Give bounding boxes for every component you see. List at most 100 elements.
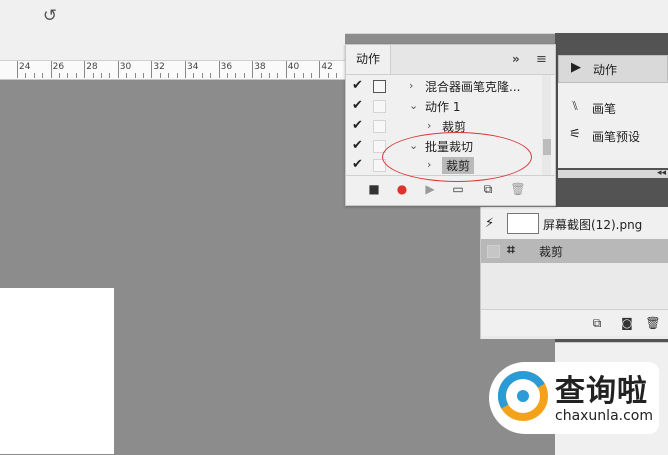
dialog-toggle-box[interactable] <box>373 120 386 133</box>
dialog-toggle-icon[interactable] <box>373 80 386 93</box>
dock-item-label: 画笔 <box>592 102 617 116</box>
ruler-tick-label: 38 <box>254 62 266 72</box>
new-action-icon[interactable]: ⧉ <box>480 181 496 197</box>
ruler-tick-label: 28 <box>86 62 98 72</box>
history-panel: ⚡ 屏幕截图(12).png ⌗ 裁剪 ⧉ ◙ 🗑 <box>480 207 668 339</box>
chevron-down-icon[interactable]: ⌄ <box>409 99 418 112</box>
dock-item-brush-presets[interactable]: ⚟ 画笔预设 <box>558 123 668 149</box>
ruler-tick <box>117 61 119 78</box>
ruler-tick <box>252 61 254 78</box>
dock-item-actions[interactable]: ▶ 动作 <box>558 55 668 83</box>
chevron-double-right-icon[interactable]: » <box>512 52 520 66</box>
ruler-minor-tick <box>210 73 212 78</box>
ruler-minor-tick <box>294 73 296 78</box>
ruler-minor-tick <box>75 73 77 78</box>
dialog-toggle-box[interactable] <box>373 100 386 113</box>
camera-icon[interactable]: ◙ <box>619 315 635 331</box>
snapshot-thumbnail <box>507 213 539 234</box>
chevron-double-left-icon[interactable]: ◂◂ <box>657 168 666 178</box>
ruler-minor-tick <box>176 73 178 78</box>
check-icon[interactable]: ✔ <box>352 118 363 133</box>
action-row[interactable]: ✔ › 混合器画笔克隆... <box>346 77 542 96</box>
snapshot-label: 屏幕截图(12).png <box>543 218 643 232</box>
watermark-title: 查询啦 <box>555 374 648 409</box>
rotate-left-icon[interactable]: ↺ <box>40 6 60 26</box>
ruler-tick-label: 24 <box>19 62 31 72</box>
collapse-strip[interactable] <box>558 170 668 178</box>
check-icon[interactable]: ✔ <box>352 157 363 172</box>
chevron-right-icon[interactable]: › <box>427 119 431 132</box>
history-state-row[interactable]: ⌗ 裁剪 <box>481 239 668 263</box>
folder-icon[interactable]: ▭ <box>450 181 466 197</box>
stop-icon[interactable]: ■ <box>366 181 382 197</box>
ruler-tick-label: 32 <box>153 62 165 72</box>
new-document-from-state-icon[interactable]: ⧉ <box>589 315 605 331</box>
ruler-minor-tick <box>311 73 312 78</box>
ruler-minor-tick <box>33 73 35 78</box>
ruler-tick-label: 30 <box>119 62 132 72</box>
scrollbar[interactable] <box>542 75 551 175</box>
trash-icon[interactable]: 🗑 <box>645 315 661 331</box>
ruler-tick-label: 36 <box>220 62 233 72</box>
ruler-minor-tick <box>92 73 94 78</box>
play-icon: ▶ <box>571 60 581 75</box>
scrollbar-thumb[interactable] <box>543 139 551 155</box>
ruler-tick <box>84 61 86 78</box>
ruler-minor-tick <box>109 73 111 78</box>
check-icon[interactable]: ✔ <box>352 78 363 93</box>
ruler-minor-tick <box>201 73 203 78</box>
ruler-minor-tick <box>336 73 338 78</box>
ruler-tick-label: 40 <box>287 62 300 72</box>
dock-item-brushes[interactable]: ⑊ 画笔 <box>558 95 668 121</box>
ruler-minor-tick <box>193 73 195 78</box>
crop-icon: ⌗ <box>507 242 515 258</box>
chevron-right-icon[interactable]: › <box>409 79 413 92</box>
check-icon[interactable]: ✔ <box>352 98 363 113</box>
panel-dock: ▶ 动作 ⑊ 画笔 ⚟ 画笔预设 <box>558 55 668 168</box>
dock-item-label: 画笔预设 <box>592 130 641 144</box>
record-icon[interactable]: ● <box>394 181 410 197</box>
ruler-minor-tick <box>126 73 128 78</box>
brush-presets-icon: ⚟ <box>569 127 581 142</box>
ruler-tick-label: 42 <box>321 62 333 72</box>
ruler-minor-tick <box>101 73 102 78</box>
dock-item-label: 动作 <box>593 63 618 77</box>
trash-icon[interactable]: 🗑 <box>510 181 526 197</box>
history-snapshot-row[interactable]: ⚡ 屏幕截图(12).png <box>481 207 668 239</box>
ruler-tick <box>17 61 18 78</box>
brushes-icon: ⑊ <box>571 99 579 114</box>
ruler-tick-label: 26 <box>52 62 65 72</box>
document-canvas <box>0 288 114 454</box>
watermark: 查询啦 chaxunla.com <box>489 362 659 434</box>
ruler-tick <box>151 61 153 78</box>
ruler-tick <box>319 61 321 78</box>
play-icon[interactable]: ▶ <box>422 181 438 197</box>
ruler-tick-label: 34 <box>187 62 199 72</box>
ruler-minor-tick <box>235 73 237 78</box>
watermark-logo <box>498 371 548 421</box>
ruler-minor-tick <box>134 73 136 78</box>
check-icon[interactable]: ✔ <box>352 138 363 153</box>
ruler-tick <box>218 61 220 78</box>
history-toolbar: ⧉ ◙ 🗑 <box>481 309 668 336</box>
ruler-minor-tick <box>159 73 161 78</box>
highlight-ellipse <box>382 132 532 182</box>
history-state-label: 裁剪 <box>539 245 564 259</box>
ruler-minor-tick <box>302 73 304 78</box>
ruler-tick <box>185 61 186 78</box>
watermark-url: chaxunla.com <box>555 408 653 424</box>
history-source-box[interactable] <box>487 245 500 258</box>
action-row-label: 混合器画笔克隆... <box>425 80 521 94</box>
ruler-minor-tick <box>143 73 144 78</box>
ruler-tick <box>285 61 287 78</box>
history-brush-icon[interactable]: ⚡ <box>485 216 494 231</box>
action-row-label: 动作 1 <box>425 100 461 114</box>
ruler-tick <box>50 61 52 78</box>
ruler-minor-tick <box>243 73 245 78</box>
panel-menu-icon[interactable]: ≡ <box>536 52 547 67</box>
options-bar: ↺ <box>0 0 668 34</box>
ruler-minor-tick <box>260 73 262 78</box>
action-row[interactable]: ✔ ⌄ 动作 1 <box>346 97 542 116</box>
tab-actions[interactable]: 动作 <box>346 45 391 74</box>
ruler-minor-tick <box>168 73 170 78</box>
